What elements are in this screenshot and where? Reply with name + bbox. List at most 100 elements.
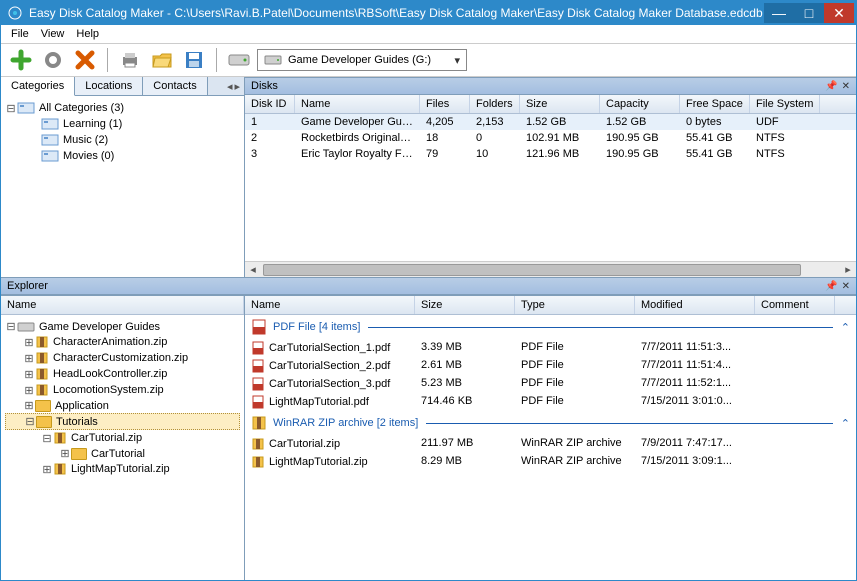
col-file-type[interactable]: Type [515,296,635,314]
close-button[interactable]: ✕ [824,3,854,23]
disks-grid-body[interactable]: 1Game Developer Guides4,2052,1531.52 GB1… [245,114,856,261]
file-row[interactable]: LightMapTutorial.pdf714.46 KBPDF File7/1… [245,393,856,411]
col-size[interactable]: Size [520,95,600,113]
collapse-icon[interactable]: ⊟ [5,320,17,333]
scroll-left-icon[interactable]: ◂ [245,263,261,276]
open-button[interactable] [148,46,176,74]
print-button[interactable] [116,46,144,74]
separator [107,48,108,72]
file-row[interactable]: CarTutorialSection_2.pdf2.61 MBPDF File7… [245,357,856,375]
tree-node-tutorials[interactable]: Tutorials [56,416,98,428]
drive-select[interactable]: Game Developer Guides (G:) [257,49,467,71]
tree-node[interactable]: LightMapTutorial.zip [71,463,170,475]
group-zip[interactable]: WinRAR ZIP archive [2 items]⌃ [245,411,856,435]
tab-categories[interactable]: Categories [1,77,75,96]
delete-button[interactable] [71,46,99,74]
collapse-group-icon[interactable]: ⌃ [841,321,850,334]
expand-icon[interactable]: ⊞ [23,384,35,397]
tree-node[interactable]: Application [55,400,109,412]
pin-icon[interactable]: 📌 [825,281,837,292]
add-button[interactable] [7,46,35,74]
expand-icon[interactable]: ⊞ [23,368,35,381]
expand-icon[interactable]: ⊞ [59,447,71,460]
zip-icon [251,437,265,451]
expand-icon[interactable]: ⊞ [23,399,35,412]
tree-node[interactable]: HeadLookController.zip [53,368,167,380]
tab-scroll-right-icon[interactable]: ▸ [234,80,240,93]
file-grid-header: Name Size Type Modified Comment [245,296,856,315]
tree-node-all[interactable]: All Categories (3) [39,102,124,114]
col-files[interactable]: Files [420,95,470,113]
collapse-icon[interactable]: ⊟ [5,102,17,115]
settings-button[interactable] [39,46,67,74]
minimize-button[interactable]: — [764,3,794,23]
tree-node[interactable]: CharacterAnimation.zip [53,336,167,348]
explorer-tree[interactable]: ⊟ Game Developer Guides ⊞ CharacterAnimati… [1,315,244,580]
col-explorer-name[interactable]: Name [1,296,244,314]
expand-icon[interactable]: ⊞ [23,336,35,349]
file-row[interactable]: LightMapTutorial.zip8.29 MBWinRAR ZIP ar… [245,453,856,471]
explorer-tree-panel: Name ⊟ Game Developer Guides ⊞ CharacterAn… [1,296,245,580]
panel-close-icon[interactable]: ✕ [842,81,850,92]
col-file-size[interactable]: Size [415,296,515,314]
tab-contacts[interactable]: Contacts [143,77,207,95]
scan-drive-button[interactable] [225,46,253,74]
tab-scroll-left-icon[interactable]: ◂ [227,80,233,93]
col-name[interactable]: Name [295,95,420,113]
tree-node-music[interactable]: Music (2) [63,134,108,146]
col-folders[interactable]: Folders [470,95,520,113]
disk-row[interactable]: 1Game Developer Guides4,2052,1531.52 GB1… [245,114,856,130]
zip-icon [35,351,49,365]
separator [216,48,217,72]
col-free[interactable]: Free Space [680,95,750,113]
col-capacity[interactable]: Capacity [600,95,680,113]
collapse-icon[interactable]: ⊟ [41,432,53,445]
menu-view[interactable]: View [41,28,65,40]
col-file-name[interactable]: Name [245,296,415,314]
disks-panel-title: Disks [251,80,821,92]
folder-icon [36,416,52,428]
menu-help[interactable]: Help [76,28,99,40]
titlebar[interactable]: Easy Disk Catalog Maker - C:\Users\Ravi.… [1,1,856,25]
file-row[interactable]: CarTutorialSection_3.pdf5.23 MBPDF File7… [245,375,856,393]
disk-row[interactable]: 3Eric Taylor Royalty Fre...7910121.96 MB… [245,146,856,162]
tree-node[interactable]: LocomotionSystem.zip [53,384,164,396]
window-title: Easy Disk Catalog Maker - C:\Users\Ravi.… [29,6,764,20]
tree-node[interactable]: CarTutorial [91,448,145,460]
col-file-comment[interactable]: Comment [755,296,835,314]
expand-icon[interactable]: ⊞ [23,352,35,365]
tab-locations[interactable]: Locations [75,77,143,95]
pdf-icon [251,319,267,335]
categories-tree[interactable]: ⊟ All Categories (3) Learning (1) Music (… [1,96,244,277]
tree-root[interactable]: Game Developer Guides [39,321,160,333]
tree-node[interactable]: CarTutorial.zip [71,432,142,444]
menu-file[interactable]: File [11,28,29,40]
file-grid-body[interactable]: PDF File [4 items]⌃ CarTutorialSection_1… [245,315,856,580]
col-fs[interactable]: File System [750,95,820,113]
tree-node[interactable]: CharacterCustomization.zip [53,352,188,364]
collapse-group-icon[interactable]: ⌃ [841,417,850,430]
folder-icon [35,400,51,412]
category-icon [17,101,35,115]
tree-node-movies[interactable]: Movies (0) [63,150,114,162]
file-row[interactable]: CarTutorialSection_1.pdf3.39 MBPDF File7… [245,339,856,357]
group-pdf[interactable]: PDF File [4 items]⌃ [245,315,856,339]
collapse-icon[interactable]: ⊟ [24,415,36,428]
maximize-button[interactable]: □ [794,3,824,23]
explorer-title: Explorer [7,280,821,292]
panel-close-icon[interactable]: ✕ [842,281,850,292]
scroll-thumb[interactable] [263,264,801,276]
expand-icon[interactable]: ⊞ [41,463,53,476]
col-file-modified[interactable]: Modified [635,296,755,314]
save-button[interactable] [180,46,208,74]
disk-row[interactable]: 2Rocketbirds Original So...180102.91 MB1… [245,130,856,146]
category-icon [41,149,59,163]
scroll-right-icon[interactable]: ▸ [840,263,856,276]
file-row[interactable]: CarTutorial.zip211.97 MBWinRAR ZIP archi… [245,435,856,453]
pdf-icon [251,395,265,409]
pin-icon[interactable]: 📌 [825,81,837,92]
zip-icon [35,383,49,397]
disks-hscrollbar[interactable]: ◂▸ [245,261,856,277]
col-diskid[interactable]: Disk ID [245,95,295,113]
tree-node-learning[interactable]: Learning (1) [63,118,122,130]
